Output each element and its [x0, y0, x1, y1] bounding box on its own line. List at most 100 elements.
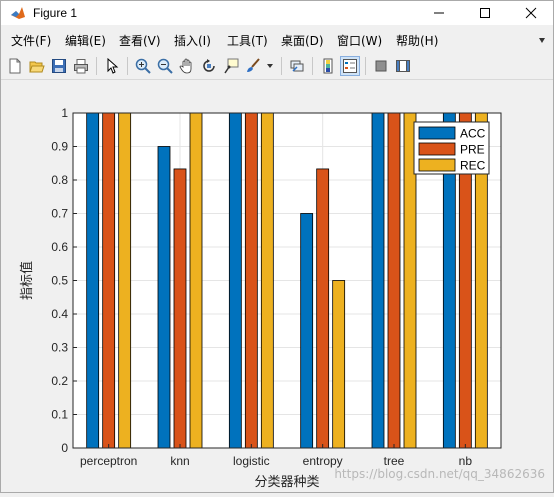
bar-acc	[371, 112, 385, 449]
legend-label-acc: ACC	[460, 127, 486, 141]
pan-icon	[179, 58, 192, 74]
toolbar-separator	[312, 57, 313, 75]
zoom-out-icon	[157, 58, 173, 74]
legend-swatch-pre	[418, 142, 456, 156]
save-button[interactable]	[49, 56, 69, 76]
legend: ACC PRE REC	[413, 121, 490, 175]
menu-insert[interactable]: 插入(I)	[174, 32, 211, 49]
insert-colorbar-button[interactable]	[318, 56, 338, 76]
brush-button[interactable]	[243, 56, 263, 76]
toolbar-separator	[365, 57, 366, 75]
rotate-3d-icon	[203, 59, 215, 72]
toolbar-separator	[281, 57, 282, 75]
open-file-button[interactable]	[27, 56, 47, 76]
hide-plot-tools-icon	[375, 60, 387, 72]
menu-window[interactable]: 窗口(W)	[337, 32, 382, 49]
y-tick-label: 0.3	[51, 341, 68, 355]
menu-desktop[interactable]: 桌面(D)	[281, 32, 324, 49]
x-axis-label: 分类器种类	[254, 475, 319, 490]
y-tick-label: 0.7	[51, 207, 68, 221]
toolbar-separator	[127, 57, 128, 75]
x-tick-label: entropy	[303, 454, 343, 468]
bar-chart[interactable]: perceptron knn logistic entropy tree nb 0 0.1 0.…	[1, 80, 553, 492]
bar-acc	[157, 146, 171, 449]
menu-help[interactable]: 帮助(H)	[396, 32, 438, 49]
toolbar-separator	[96, 57, 97, 75]
x-tick-label: perceptron	[80, 454, 137, 468]
menu-tools[interactable]: 工具(T)	[227, 32, 268, 49]
y-tick-label: 0.1	[51, 408, 68, 422]
colorbar-icon	[323, 58, 333, 74]
minimize-button[interactable]	[416, 1, 462, 25]
y-tick-label: 0.6	[51, 240, 68, 254]
zoom-in-button[interactable]	[133, 56, 153, 76]
pointer-icon	[107, 58, 119, 74]
bar-acc	[228, 112, 242, 449]
chevron-down-icon	[267, 64, 273, 68]
watermark: https://blog.csdn.net/qq_34862636	[334, 467, 545, 481]
x-tick-label: tree	[384, 454, 405, 468]
link-plot-icon	[290, 60, 304, 72]
brush-dropdown[interactable]	[264, 56, 276, 76]
legend-swatch-acc	[418, 126, 456, 140]
figure-toolbar	[1, 53, 553, 80]
hide-plot-tools-button[interactable]	[371, 56, 391, 76]
bar-pre	[173, 168, 187, 449]
print-icon	[74, 59, 88, 74]
bar-pre	[387, 112, 401, 449]
y-tick-label: 0	[61, 441, 68, 455]
menu-view[interactable]: 查看(V)	[119, 32, 161, 49]
legend-label-rec: REC	[460, 159, 486, 173]
window-title: Figure 1	[33, 6, 78, 20]
y-tick-label: 0.8	[51, 173, 68, 187]
y-tick-label: 0.9	[51, 140, 68, 154]
legend-swatch-rec	[418, 158, 456, 172]
bar-pre	[316, 168, 330, 449]
legend-label-pre: PRE	[460, 143, 485, 157]
bar-rec	[118, 112, 132, 449]
pan-button[interactable]	[177, 56, 197, 76]
maximize-icon	[480, 8, 490, 18]
new-figure-button[interactable]	[5, 56, 25, 76]
show-plot-tools-icon	[396, 60, 410, 72]
maximize-button[interactable]	[462, 1, 508, 25]
new-figure-icon	[9, 58, 21, 74]
close-button[interactable]	[508, 1, 554, 25]
figure-canvas: perceptron knn logistic entropy tree nb 0 0.1 0.…	[1, 80, 553, 492]
print-button[interactable]	[71, 56, 91, 76]
bar-acc	[300, 213, 314, 449]
link-plot-button[interactable]	[287, 56, 307, 76]
zoom-in-icon	[135, 58, 151, 74]
save-icon	[52, 59, 66, 73]
x-tick-label: nb	[459, 454, 473, 468]
x-tick-label: knn	[170, 454, 189, 468]
y-tick-label: 0.5	[51, 274, 68, 288]
legend-icon	[343, 59, 357, 73]
edit-plot-button[interactable]	[102, 56, 122, 76]
x-tick-label: logistic	[233, 454, 270, 468]
insert-legend-button[interactable]	[340, 56, 360, 76]
show-plot-tools-button[interactable]	[393, 56, 413, 76]
open-file-icon	[29, 61, 45, 73]
menu-dock-arrow-icon[interactable]	[537, 35, 547, 45]
bar-rec	[260, 112, 274, 449]
brush-icon	[247, 58, 260, 72]
menu-edit[interactable]: 编辑(E)	[65, 32, 106, 49]
title-bar: Figure 1	[1, 1, 553, 25]
menu-file[interactable]: 文件(F)	[11, 32, 51, 49]
figure-window: Figure 1 文件(F) 编辑(E) 查看(V) 插入(I) 工具(T) 桌…	[0, 0, 554, 493]
bar-rec	[189, 112, 203, 449]
bar-pre	[244, 112, 258, 449]
data-cursor-icon	[224, 58, 239, 74]
menu-bar: 文件(F) 编辑(E) 查看(V) 插入(I) 工具(T) 桌面(D) 窗口(W…	[1, 29, 553, 51]
rotate-3d-button[interactable]	[199, 56, 219, 76]
y-tick-label: 0.2	[51, 374, 68, 388]
y-tick-label: 0.4	[51, 307, 68, 321]
zoom-out-button[interactable]	[155, 56, 175, 76]
minimize-icon	[434, 12, 444, 14]
data-cursor-button[interactable]	[221, 56, 241, 76]
bar-rec	[332, 280, 346, 449]
y-tick-label: 1	[61, 106, 68, 120]
matlab-logo-icon	[11, 7, 25, 19]
y-axis-label: 指标值	[19, 261, 35, 300]
